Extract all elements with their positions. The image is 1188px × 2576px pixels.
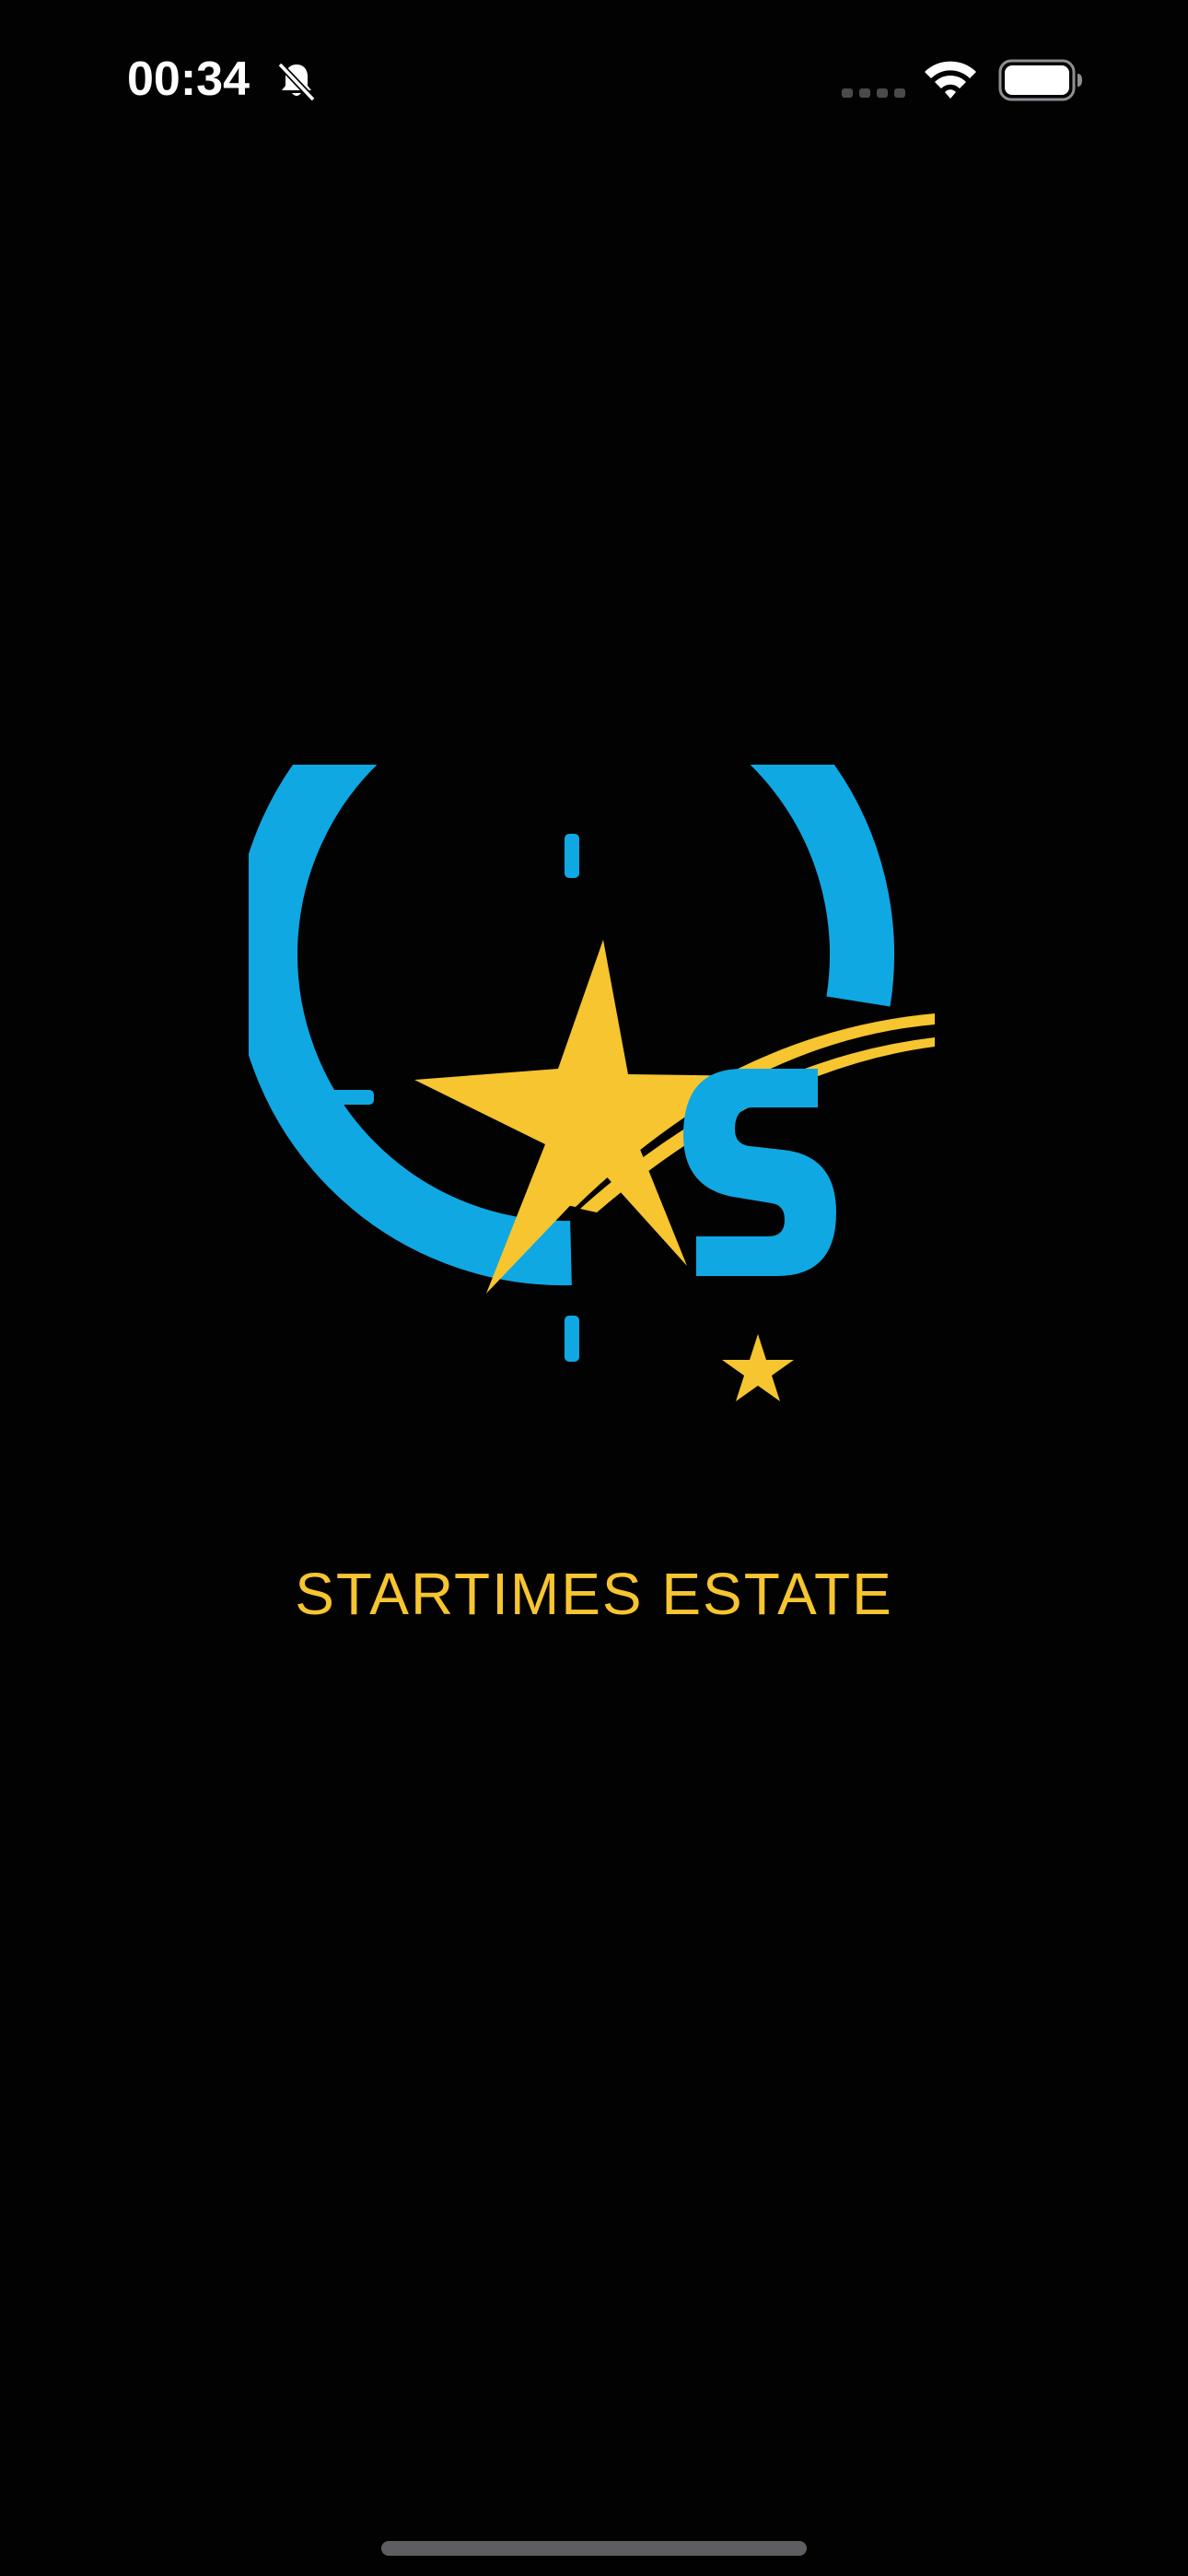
battery-icon (998, 59, 1082, 101)
status-time: 00:34 (127, 53, 250, 106)
splash-screen: 00:34 STARTIMES ESTATE (0, 0, 1188, 2576)
cellular-signal-icon (842, 88, 905, 98)
status-bar: 00:34 (0, 0, 1188, 157)
wifi-icon (925, 61, 976, 99)
home-indicator[interactable] (381, 2541, 807, 2556)
startimes-estate-logo (249, 765, 935, 1401)
bell-slash-icon (277, 62, 316, 102)
app-name: STARTIMES ESTATE (295, 1561, 893, 1627)
